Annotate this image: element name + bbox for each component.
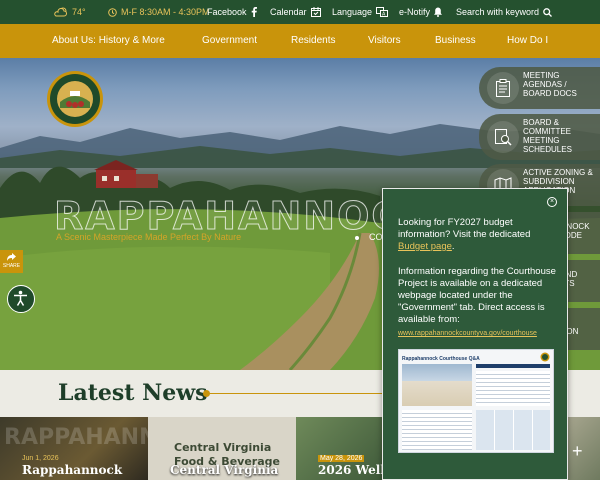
accessibility-icon — [14, 290, 27, 306]
main-nav: About Us: History & More Government Resi… — [0, 24, 600, 58]
news-card-overlay: RAPPAHANNOCK — [4, 425, 148, 450]
courthouse-link[interactable]: www.rappahannockcountyva.gov/courthouse — [398, 329, 557, 338]
clipboard-icon — [487, 72, 519, 104]
accessibility-button[interactable] — [7, 285, 35, 313]
clock-icon — [108, 7, 117, 17]
popup-text: . — [451, 241, 455, 252]
quicklink-label: MEETING AGENDAS / BOARD DOCS — [523, 71, 577, 98]
qa-text-block — [402, 410, 472, 450]
language-selector[interactable]: Language A — [332, 0, 389, 24]
nav-visitors[interactable]: Visitors — [368, 24, 401, 58]
county-seal-logo — [47, 71, 103, 127]
nav-about[interactable]: About Us: History & More — [52, 24, 165, 58]
news-card-title: Rappahannock — [22, 463, 123, 477]
plus-icon: + — [572, 441, 583, 461]
qa-seal-icon — [540, 352, 550, 362]
hero-tagline: A Scenic Masterpiece Made Perfect By Nat… — [56, 232, 242, 242]
calendar-icon — [310, 7, 321, 17]
quicklink-label: BOARD & COMMITTEE MEETING SCHEDULES — [523, 118, 572, 154]
calendar-link[interactable]: Calendar — [270, 0, 321, 24]
temperature: 74° — [72, 7, 86, 17]
utility-bar: 74° M-F 8:30AM - 4:30PM Facebook Calenda… — [0, 0, 600, 24]
courthouse-qa-image[interactable]: Rappahannock Courthouse Q&A — [398, 349, 554, 453]
share-button[interactable]: SHARE — [0, 250, 23, 273]
search-document-icon — [487, 121, 519, 153]
latest-news-title: Latest News — [58, 380, 208, 406]
nav-how-do-i[interactable]: How Do I — [507, 24, 548, 58]
nav-government[interactable]: Government — [202, 24, 257, 58]
qa-bar — [476, 364, 550, 368]
cloud-sun-icon — [54, 7, 67, 17]
enotify-label: e-Notify — [399, 7, 431, 17]
barn-graphic — [94, 160, 158, 188]
popup-text: Looking for FY2027 budget information? V… — [398, 217, 531, 240]
qa-text-block — [476, 371, 550, 406]
courthouse-photo — [402, 364, 472, 406]
popup-courthouse-text: Information regarding the Courthouse Pro… — [398, 266, 556, 325]
page: 74° M-F 8:30AM - 4:30PM Facebook Calenda… — [0, 0, 600, 480]
weather-widget[interactable]: 74° — [54, 0, 86, 24]
decorative-line — [206, 393, 384, 394]
nav-business[interactable]: Business — [435, 24, 476, 58]
quicklink-board-committee[interactable]: BOARD & COMMITTEE MEETING SCHEDULES — [479, 114, 600, 160]
share-label: SHARE — [2, 263, 21, 269]
hero-partial-text: CO — [369, 232, 383, 242]
hours-text: M-F 8:30AM - 4:30PM — [121, 7, 210, 17]
facebook-icon — [251, 7, 257, 17]
announcement-popup: × Looking for FY2027 budget information?… — [382, 188, 568, 480]
share-icon — [7, 253, 16, 261]
search-label: Search with keyword — [456, 7, 540, 17]
calendar-label: Calendar — [270, 7, 307, 17]
hero-separator-dot — [355, 236, 359, 240]
facebook-label: Facebook — [207, 7, 247, 17]
popup-budget-text: Looking for FY2027 budget information? V… — [398, 217, 557, 253]
news-card[interactable]: Central Virginia Food & Beverage Central… — [148, 417, 296, 480]
news-card-title: Central Virginia — [170, 463, 279, 477]
news-card-title: 2026 Well Water — [318, 463, 382, 477]
bell-icon — [434, 7, 443, 17]
enotify-link[interactable]: e-Notify — [399, 0, 443, 24]
news-card[interactable]: + — [568, 417, 600, 480]
news-card-date: May 28, 2026 — [318, 455, 365, 462]
search-link[interactable]: Search with keyword — [456, 0, 553, 24]
close-icon[interactable]: × — [547, 197, 557, 207]
office-hours: M-F 8:30AM - 4:30PM — [108, 0, 210, 24]
quicklink-meeting-agendas[interactable]: MEETING AGENDAS / BOARD DOCS — [479, 67, 600, 109]
nav-residents[interactable]: Residents — [291, 24, 335, 58]
facebook-link[interactable]: Facebook — [207, 0, 257, 24]
news-card[interactable]: RAPPAHANNOCK Jun 1, 2026 Rappahannock — [0, 417, 148, 480]
budget-page-link[interactable]: Budget page — [398, 241, 452, 252]
qa-table-block — [476, 410, 550, 450]
news-card[interactable]: May 28, 2026 2026 Well Water — [296, 417, 382, 480]
search-icon — [543, 7, 553, 17]
translate-icon: A — [376, 7, 389, 17]
language-label: Language — [332, 7, 373, 17]
news-card-date: Jun 1, 2026 — [22, 455, 59, 462]
